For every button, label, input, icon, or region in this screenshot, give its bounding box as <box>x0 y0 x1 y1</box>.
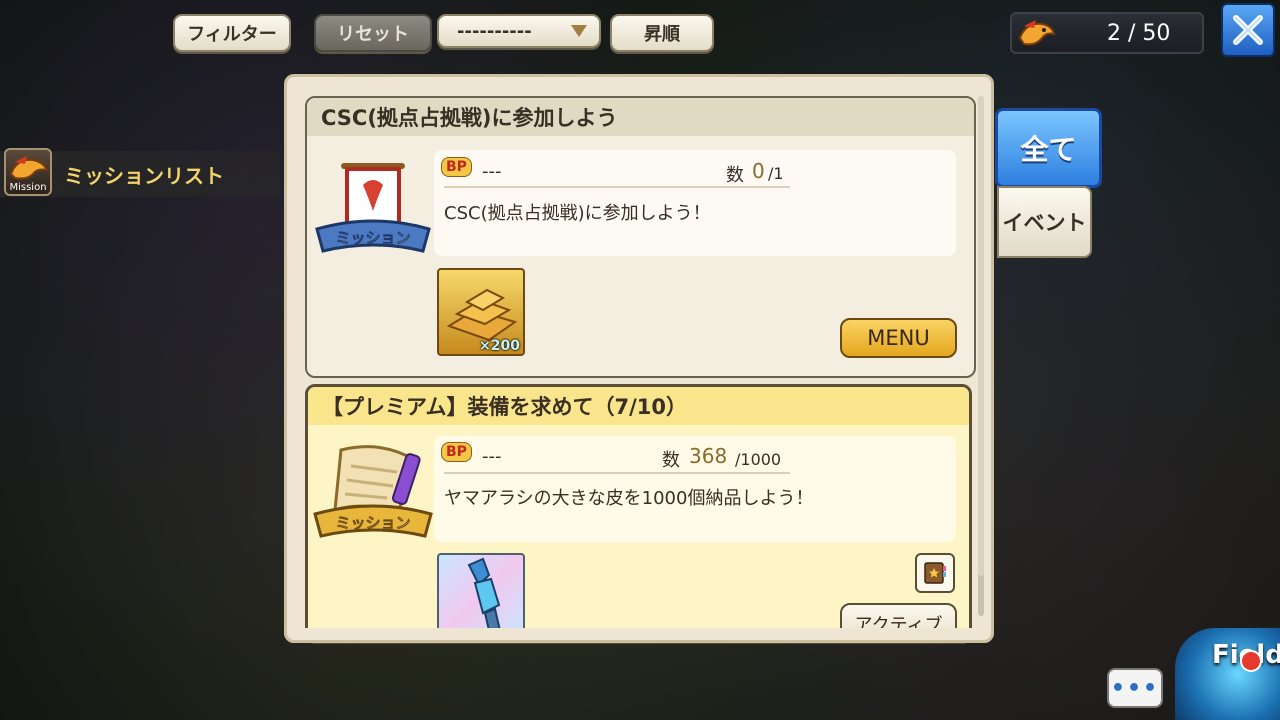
count-target: /1000 <box>735 450 782 469</box>
reward-gold-item[interactable]: ×200 <box>437 268 525 356</box>
crystal-weapon-icon <box>467 557 503 641</box>
mission-banner-icon: ミッション <box>315 163 431 253</box>
mission-icon: Mission <box>4 148 52 196</box>
tab-all[interactable]: 全て <box>995 108 1102 188</box>
book-button[interactable] <box>915 553 955 593</box>
count-current: 0 <box>752 159 765 183</box>
close-icon <box>1233 15 1263 45</box>
count-target: /1 <box>768 164 784 183</box>
notification-dot-icon <box>1240 650 1262 672</box>
bird-icon <box>1018 20 1056 46</box>
mission-counter: 2 / 50 <box>1010 12 1204 54</box>
mission-description: CSC(拠点占拠戦)に参加しよう！ <box>444 203 711 224</box>
panel-bottom-edge <box>284 628 994 643</box>
chevron-down-icon <box>571 25 587 37</box>
order-button[interactable]: 昇順 <box>610 14 714 52</box>
reward-quantity: ×200 <box>479 338 520 354</box>
mission-list-title: ミッションリスト <box>64 164 224 188</box>
scroll-mission-label: ミッション <box>335 514 410 532</box>
sort-select-value: ---------- <box>457 20 532 42</box>
bp-icon: BP <box>441 442 472 462</box>
bp-icon: BP <box>441 157 472 177</box>
count-label: 数 <box>726 165 744 186</box>
mission-description: ヤマアラシの大きな皮を1000個納品しよう！ <box>444 488 814 509</box>
count-label: 数 <box>662 450 680 471</box>
scroll-mission-icon: ミッション <box>313 445 433 538</box>
chat-button[interactable]: ••• <box>1107 668 1163 708</box>
close-button[interactable] <box>1221 3 1275 57</box>
mission-icon-label: Mission <box>9 182 47 193</box>
divider <box>444 186 790 188</box>
book-icon <box>924 562 946 584</box>
bird-icon <box>9 156 49 180</box>
counter-value: 2 / 50 <box>1107 20 1171 46</box>
sort-select[interactable]: ---------- <box>437 14 601 48</box>
filter-button[interactable]: フィルター <box>173 14 291 52</box>
mission-title: 【プレミアム】装備を求めて（7/10） <box>308 387 969 425</box>
scrollbar-thumb[interactable] <box>978 96 984 576</box>
menu-button[interactable]: MENU <box>840 318 957 358</box>
reset-button[interactable]: リセット <box>314 14 432 52</box>
mission-banner-label: ミッション <box>335 229 410 247</box>
count-current: 368 <box>689 444 728 468</box>
bp-value: --- <box>482 161 502 182</box>
bp-value: --- <box>482 446 502 467</box>
divider <box>444 472 790 474</box>
tab-event[interactable]: イベント <box>997 186 1092 258</box>
mission-title: CSC(拠点占拠戦)に参加しよう <box>307 98 974 136</box>
